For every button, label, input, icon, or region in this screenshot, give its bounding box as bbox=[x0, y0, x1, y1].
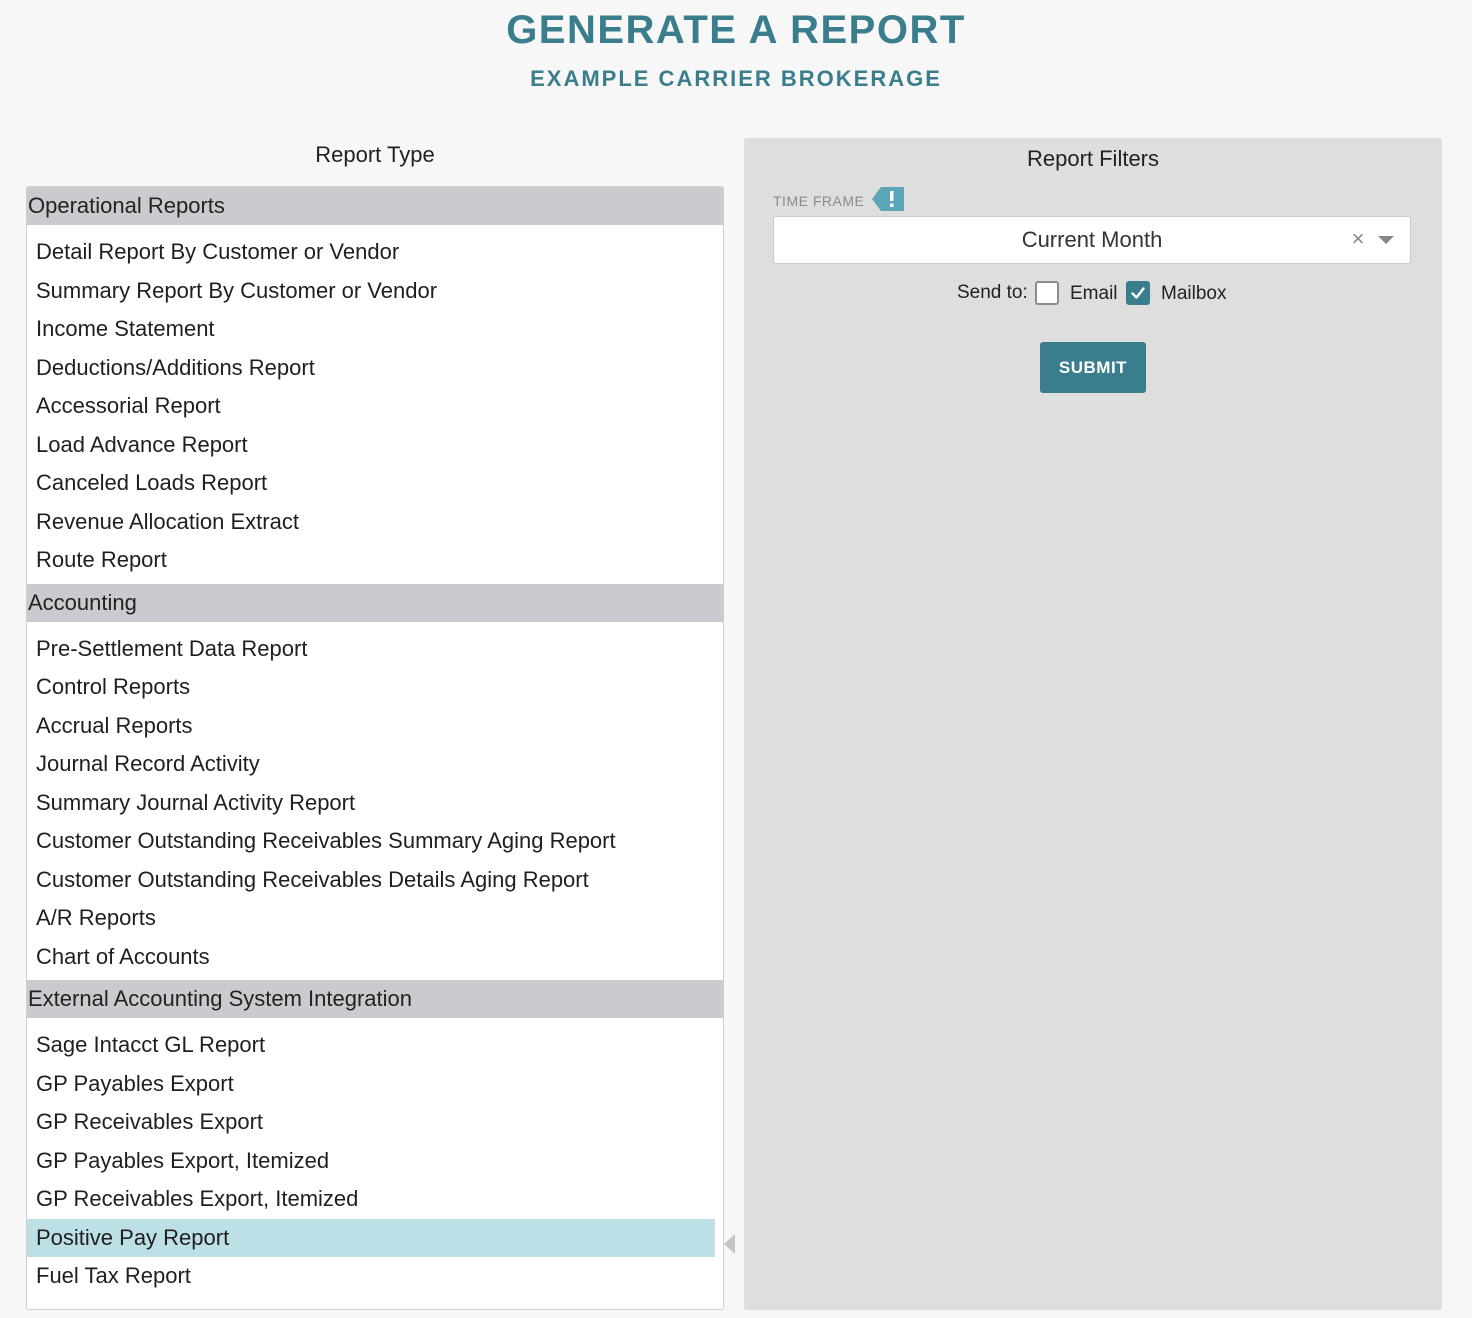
report-item[interactable]: Revenue Allocation Extract bbox=[27, 503, 715, 542]
report-group-accounting: Accounting Pre-Settlement Data Report Co… bbox=[27, 583, 723, 981]
send-to-row: Send to: Email Mailbox bbox=[744, 280, 1442, 310]
report-item[interactable]: Pre-Settlement Data Report bbox=[27, 630, 715, 669]
report-item[interactable]: Accessorial Report bbox=[27, 387, 715, 426]
report-item[interactable]: Deductions/Additions Report bbox=[27, 349, 715, 388]
checkmark-icon bbox=[1131, 287, 1145, 299]
report-group-operational: Operational Reports Detail Report By Cus… bbox=[27, 187, 723, 584]
report-item[interactable]: GP Payables Export, Itemized bbox=[27, 1142, 715, 1181]
report-item[interactable]: GP Payables Export bbox=[27, 1065, 715, 1104]
mailbox-checkbox[interactable] bbox=[1126, 281, 1150, 305]
report-filters-heading: Report Filters bbox=[1026, 146, 1160, 171]
report-item[interactable]: Canceled Loads Report bbox=[27, 464, 715, 503]
report-item[interactable]: Detail Report By Customer or Vendor bbox=[27, 233, 715, 272]
report-item[interactable]: Accrual Reports bbox=[27, 707, 715, 746]
report-type-heading: Report Type bbox=[315, 142, 435, 167]
send-to-label: Send to: bbox=[957, 282, 1028, 303]
page-title: GENERATE A REPORT bbox=[506, 8, 966, 52]
time-frame-value: Current Month bbox=[1021, 227, 1163, 252]
email-label[interactable]: Email bbox=[1070, 283, 1118, 305]
report-item[interactable]: Chart of Accounts bbox=[27, 938, 715, 977]
report-item[interactable]: Fuel Tax Report bbox=[27, 1257, 715, 1296]
page-subtitle: EXAMPLE CARRIER BROKERAGE bbox=[530, 66, 942, 91]
report-item[interactable]: Journal Record Activity bbox=[27, 745, 715, 784]
report-item[interactable]: Customer Outstanding Receivables Summary… bbox=[27, 822, 715, 861]
mailbox-label[interactable]: Mailbox bbox=[1161, 283, 1226, 305]
group-header: Accounting bbox=[27, 583, 723, 622]
report-group-external-integration: External Accounting System Integration S… bbox=[27, 980, 723, 1300]
group-header: Operational Reports bbox=[27, 187, 723, 225]
report-item[interactable]: Load Advance Report bbox=[27, 426, 715, 465]
report-item[interactable]: Route Report bbox=[27, 541, 715, 580]
selection-pointer-icon bbox=[724, 1234, 735, 1254]
report-item[interactable]: A/R Reports bbox=[27, 899, 715, 938]
report-item-selected[interactable]: Positive Pay Report bbox=[27, 1218, 715, 1257]
group-header: External Accounting System Integration bbox=[27, 980, 723, 1018]
time-frame-select[interactable]: Current Month × bbox=[773, 216, 1411, 264]
report-item[interactable]: Control Reports bbox=[27, 668, 715, 707]
report-item[interactable]: Customer Outstanding Receivables Details… bbox=[27, 861, 715, 900]
exclamation-icon bbox=[872, 187, 904, 211]
report-item[interactable]: Summary Journal Activity Report bbox=[27, 784, 715, 823]
report-item[interactable]: Sage Intacct GL Report bbox=[27, 1026, 715, 1065]
chevron-down-icon[interactable] bbox=[1378, 236, 1394, 244]
submit-button[interactable]: SUBMIT bbox=[1040, 342, 1146, 393]
report-item[interactable]: Income Statement bbox=[27, 310, 715, 349]
report-item[interactable]: Summary Report By Customer or Vendor bbox=[27, 272, 715, 311]
report-item[interactable]: GP Receivables Export, Itemized bbox=[27, 1180, 715, 1219]
report-filters-panel: Report Filters TIME FRAME Current Month … bbox=[744, 138, 1442, 1310]
email-checkbox[interactable] bbox=[1035, 281, 1059, 305]
report-item[interactable]: GP Receivables Export bbox=[27, 1103, 715, 1142]
time-frame-label: TIME FRAME bbox=[773, 193, 865, 209]
report-type-list: Operational Reports Detail Report By Cus… bbox=[26, 186, 724, 1310]
clear-icon[interactable]: × bbox=[1349, 227, 1367, 251]
